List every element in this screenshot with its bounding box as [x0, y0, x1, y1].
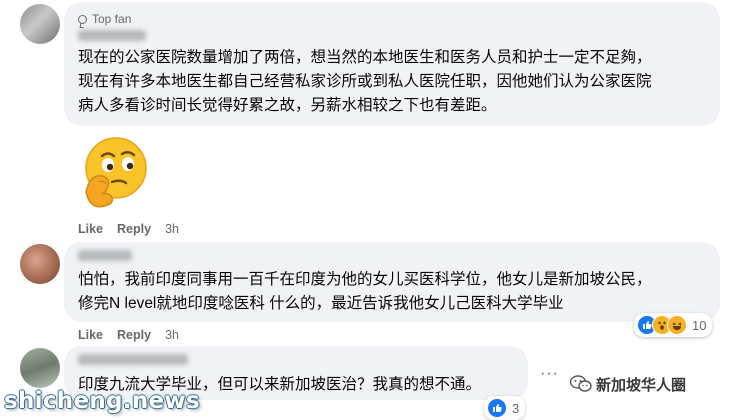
timestamp[interactable]: 3h: [165, 328, 179, 342]
avatar[interactable]: [20, 244, 60, 284]
reaction-count: 10: [692, 317, 707, 333]
comment-line: 现在的公家医院数量增加了两倍，想当然的本地医生和医务人员和护士一定不足夠，: [78, 49, 652, 66]
comment-actions: Like Reply 3h: [78, 222, 179, 236]
like-button[interactable]: Like: [78, 328, 103, 342]
thinking-face-sticker: [85, 137, 147, 208]
reply-button[interactable]: Reply: [117, 222, 151, 236]
haha-icon: [667, 315, 687, 335]
site-watermark: shicheng.news: [4, 388, 200, 414]
like-icon: [487, 398, 507, 418]
reaction-summary[interactable]: 3: [484, 396, 526, 420]
avatar[interactable]: [20, 348, 60, 388]
comment-actions: Like Reply 3h: [78, 328, 179, 342]
like-button[interactable]: Like: [78, 222, 103, 236]
top-fan-badge: Top fan: [78, 12, 131, 26]
watermark-account: 新加坡华人圈: [596, 377, 687, 394]
comment-line: 修完N level就地印度唸医科 什么的，最近告诉我他女儿己医科大学毕业: [78, 295, 564, 312]
comment-line: 病人多看诊时间长觉得好累之故，另薪水相较之下也有差距。: [78, 97, 497, 114]
badge-icon: [78, 14, 87, 24]
reaction-summary[interactable]: 10: [634, 313, 713, 337]
commenter-name-redacted[interactable]: [78, 30, 146, 41]
comment-line: 现在有许多本地医生都自己经营私家诊所或到私人医院任职，因他她们认为公家医院: [78, 73, 652, 90]
reply-button[interactable]: Reply: [117, 328, 151, 342]
comment-line: 怕怕，我前印度同事用一百千在印度为他的女儿买医科学位，他女儿是新加坡公民，: [78, 271, 652, 288]
comment-text: 现在的公家医院数量增加了两倍，想当然的本地医生和医务人员和护士一定不足夠， 现在…: [78, 46, 652, 118]
commenter-name-redacted[interactable]: [78, 354, 188, 365]
reaction-count: 3: [512, 400, 520, 416]
comment-text: 怕怕，我前印度同事用一百千在印度为他的女儿买医科学位，他女儿是新加坡公民， 修完…: [78, 268, 652, 316]
more-options-icon[interactable]: ···: [540, 365, 559, 383]
avatar[interactable]: [20, 4, 60, 44]
top-fan-label: Top fan: [92, 12, 132, 26]
commenter-name-redacted[interactable]: [78, 250, 132, 261]
timestamp[interactable]: 3h: [165, 222, 179, 236]
wechat-logo-icon: [570, 375, 592, 392]
